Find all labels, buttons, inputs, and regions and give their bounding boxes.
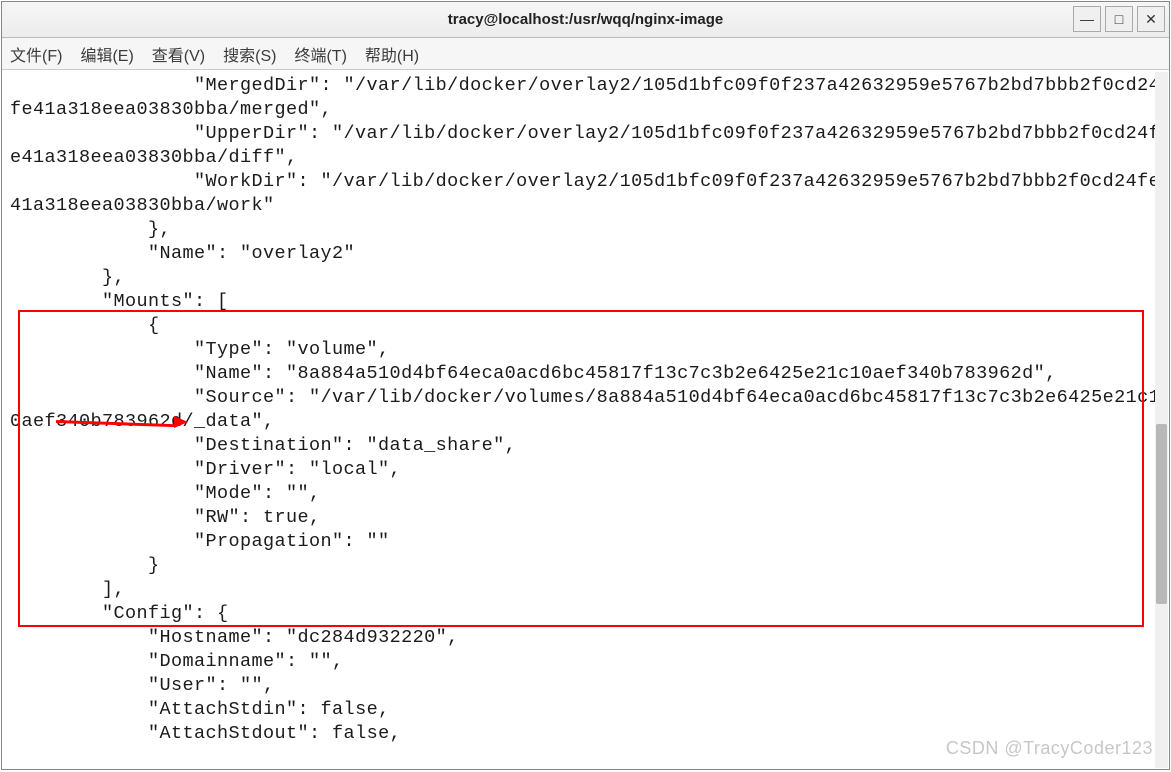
scrollbar[interactable]: [1155, 72, 1168, 768]
window-controls: — □ ✕: [1073, 6, 1165, 32]
terminal-window: tracy@localhost:/usr/wqq/nginx-image — □…: [1, 1, 1170, 770]
close-button[interactable]: ✕: [1137, 6, 1165, 32]
menu-search[interactable]: 搜索(S): [223, 42, 276, 66]
titlebar: tracy@localhost:/usr/wqq/nginx-image — □…: [2, 2, 1169, 38]
minimize-button[interactable]: —: [1073, 6, 1101, 32]
menu-view[interactable]: 查看(V): [152, 42, 205, 66]
menu-edit[interactable]: 编辑(E): [80, 42, 133, 66]
menubar: 文件(F) 编辑(E) 查看(V) 搜索(S) 终端(T) 帮助(H): [2, 38, 1169, 70]
watermark: CSDN @TracyCoder123: [946, 738, 1153, 759]
window-title: tracy@localhost:/usr/wqq/nginx-image: [448, 11, 724, 28]
terminal-body[interactable]: "MergedDir": "/var/lib/docker/overlay2/1…: [2, 70, 1169, 750]
menu-terminal[interactable]: 终端(T): [294, 42, 346, 66]
maximize-button[interactable]: □: [1105, 6, 1133, 32]
scrollbar-thumb[interactable]: [1156, 424, 1167, 604]
menu-file[interactable]: 文件(F): [10, 42, 62, 66]
menu-help[interactable]: 帮助(H): [365, 42, 419, 66]
